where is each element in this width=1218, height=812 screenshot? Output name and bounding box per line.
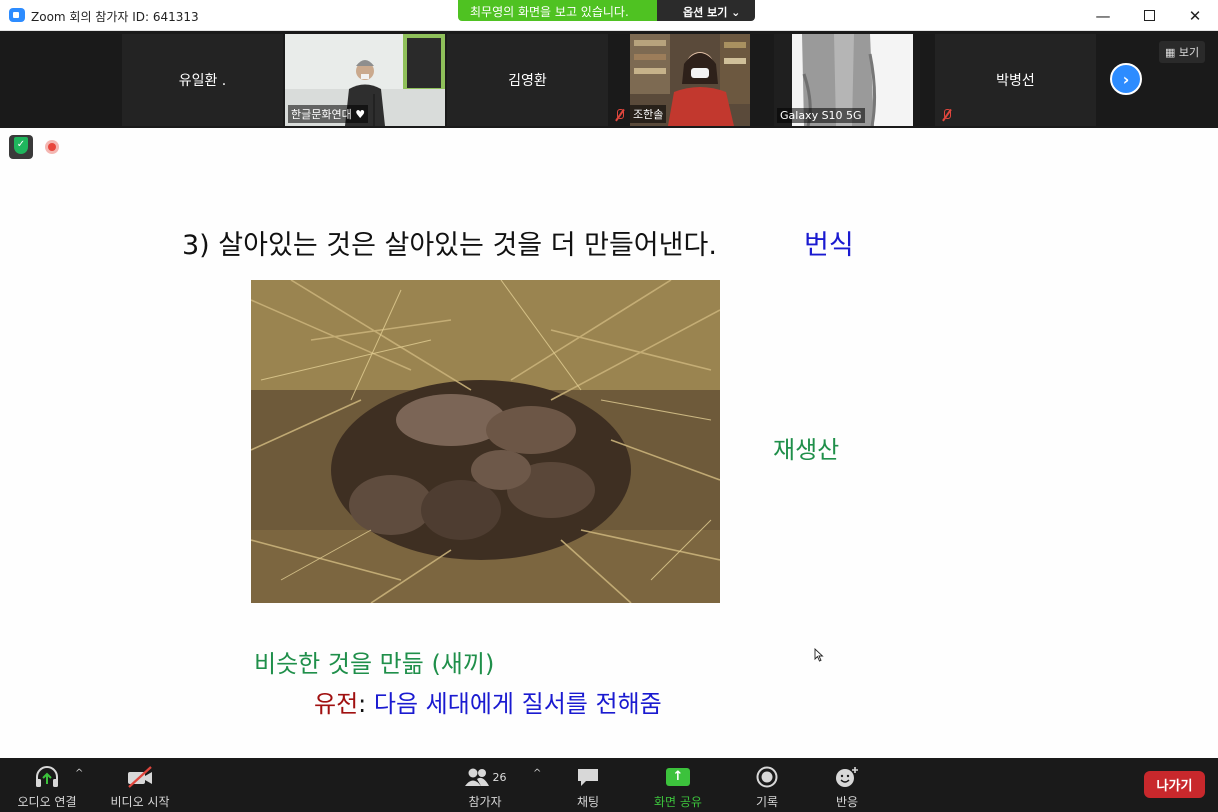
view-layout-button[interactable]: ▦ 보기 [1159, 41, 1206, 63]
minimize-button[interactable]: — [1080, 0, 1126, 31]
participant-name: 조한솔 [630, 105, 667, 123]
participant-tile[interactable]: 유일환 . [122, 34, 283, 126]
participant-count: 26 [492, 770, 507, 784]
meeting-toolbar: 오디오 연결 ^ 비디오 시작 26 참가자 ^ 채팅 ↑ 화면 공유 기록 반… [0, 758, 1218, 812]
heredity-line: 유전: 다음 세대에게 질서를 전해줌 [314, 684, 662, 719]
participant-name: 유일환 . [178, 73, 227, 89]
view-layout-label: 보기 [1178, 46, 1200, 59]
participant-tile[interactable]: Galaxy S10 5G [774, 34, 913, 126]
close-button[interactable]: ✕ [1172, 0, 1218, 31]
participant-gallery: 유일환 . 한글문화연대 ♥ 김영환 조한솔 Galaxy S10 5G 박병선… [0, 31, 1218, 128]
share-screen-icon: ↑ [666, 764, 690, 790]
chat-icon [576, 764, 600, 790]
audio-options-chevron-icon[interactable]: ^ [75, 768, 83, 779]
share-screen-button[interactable]: ↑ 화면 공유 [648, 758, 708, 812]
start-video-label: 비디오 시작 [110, 795, 170, 809]
baby-rabbits-nest-photo [251, 280, 720, 603]
heredity-description: 다음 세대에게 질서를 전해줌 [366, 690, 662, 718]
join-audio-button[interactable]: 오디오 연결 [14, 758, 80, 812]
join-audio-label: 오디오 연결 [17, 795, 77, 809]
chat-button[interactable]: 채팅 [566, 758, 610, 812]
slide-keyword: 번식 [804, 230, 854, 261]
maximize-button[interactable] [1126, 0, 1172, 31]
screen-share-banner: 최무영의 화면을 보고 있습니다. 옵션 보기 ⌄ [458, 0, 755, 21]
share-status-text: 최무영의 화면을 보고 있습니다. [458, 0, 657, 21]
mouse-cursor-icon [814, 648, 824, 662]
record-button[interactable]: 기록 [745, 758, 789, 812]
slide-heading: 3) 살아있는 것은 살아있는 것을 더 만들어낸다. [182, 230, 717, 261]
muted-mic-icon [941, 109, 952, 122]
participants-icon: 26 [464, 764, 507, 790]
window-title: Zoom 회의 참가자 ID: 641313 [31, 10, 199, 24]
headphones-icon [34, 764, 60, 790]
participant-name: 박병선 [996, 73, 1035, 89]
recording-indicator-icon [45, 140, 59, 154]
participants-options-chevron-icon[interactable]: ^ [533, 768, 541, 779]
start-video-button[interactable]: 비디오 시작 [104, 758, 176, 812]
leave-meeting-button[interactable]: 나가기 [1144, 771, 1205, 798]
participant-name: 김영환 [508, 73, 547, 89]
emoji-reaction-icon [835, 764, 859, 790]
participants-label: 참가자 [468, 795, 502, 809]
record-label: 기록 [755, 795, 779, 809]
reactions-label: 반응 [835, 795, 859, 809]
muted-mic-icon [614, 109, 625, 122]
similar-offspring-text: 비슷한 것을 만듦 (새끼) [254, 650, 495, 678]
share-screen-label: 화면 공유 [654, 795, 702, 809]
participant-name: Galaxy S10 5G [777, 108, 865, 123]
participant-name: 한글문화연대 ♥ [288, 105, 369, 123]
reproduction-label: 재생산 [773, 436, 840, 464]
maximize-icon [1143, 10, 1155, 21]
next-page-arrow-icon[interactable]: › [1110, 63, 1142, 95]
participants-button[interactable]: 26 참가자 [460, 758, 510, 812]
participant-tile-active-speaker[interactable]: 한글문화연대 ♥ [285, 34, 445, 126]
participant-tile[interactable]: 박병선 [935, 34, 1096, 126]
participant-tile[interactable]: 김영환 [447, 34, 608, 126]
reactions-button[interactable]: 반응 [825, 758, 869, 812]
view-options-button[interactable]: 옵션 보기 ⌄ [657, 0, 755, 21]
shared-screen: 3) 살아있는 것은 살아있는 것을 더 만들어낸다. 번식 [0, 128, 1218, 758]
zoom-logo-icon [9, 8, 25, 22]
video-off-icon [126, 764, 154, 790]
security-shield-icon[interactable] [9, 135, 33, 159]
chat-label: 채팅 [576, 795, 600, 809]
heredity-term: 유전 [314, 690, 359, 718]
record-icon [756, 764, 778, 790]
